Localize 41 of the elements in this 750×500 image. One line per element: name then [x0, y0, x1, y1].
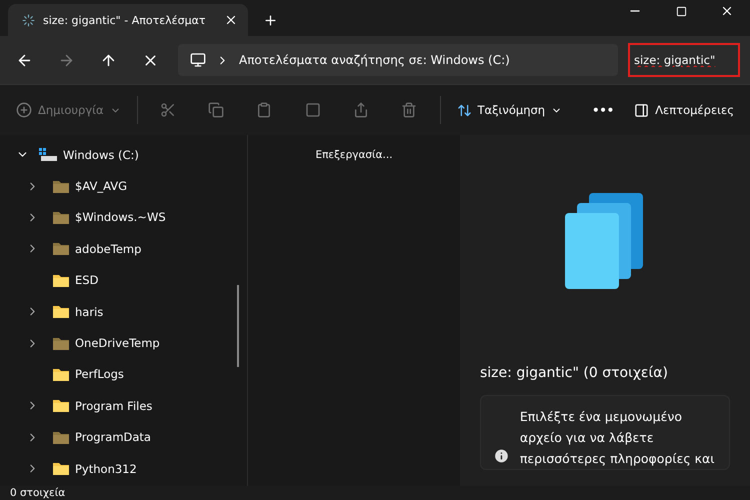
folder-label[interactable]: Program Files: [75, 398, 152, 413]
folder-label[interactable]: OneDriveTemp: [75, 336, 160, 350]
details-button[interactable]: Λεπτομέρειες: [630, 98, 738, 122]
drive-icon: [39, 148, 57, 162]
sort-button[interactable]: Ταξινόμηση: [452, 98, 566, 122]
folder-icon: [53, 274, 69, 287]
address-text: Αποτελέσματα αναζήτησης σε: Windows (C:): [239, 53, 510, 67]
folder-icon: [53, 368, 69, 381]
more-button[interactable]: •••: [588, 99, 618, 121]
folder-label[interactable]: ProgramData: [75, 430, 151, 444]
sort-arrows-icon: [456, 102, 472, 118]
folder-icon: [53, 180, 69, 193]
tab-title: size: gigantic" - Αποτελέσματ: [43, 14, 206, 26]
info-icon: [493, 447, 510, 465]
folder-icon: [53, 430, 69, 444]
folder-label[interactable]: $AV_AVG: [75, 179, 127, 194]
folder-label[interactable]: ESD: [75, 273, 98, 288]
item-count: 0 στοιχεία: [10, 487, 66, 499]
folder-label[interactable]: haris: [75, 304, 104, 319]
folder-icon: [53, 336, 69, 350]
monitor-icon: [190, 52, 206, 68]
folder-icon: [53, 399, 69, 412]
plus-circle-icon: [16, 102, 32, 118]
browser-tab[interactable]: size: gigantic" - Αποτελέσματ: [8, 4, 248, 36]
folder-label[interactable]: adobeTemp: [75, 242, 142, 256]
tree-label[interactable]: Windows (C:): [63, 148, 139, 162]
panel-icon: [634, 102, 650, 118]
folder-icon: [53, 210, 69, 224]
folder-icon: [53, 242, 69, 256]
details-title: size: gigantic" (0 στοιχεία): [480, 365, 669, 381]
folder-icon: [53, 462, 69, 476]
new-button[interactable]: Δημιουργία: [12, 98, 125, 122]
folder-label[interactable]: PerfLogs: [75, 367, 124, 382]
folder-label[interactable]: $Windows.~WS: [75, 210, 166, 224]
info-text: Επιλέξτε ένα μεμονωμένο αρχείο για να λάβετε περισσότερες πληροφορίες και: [520, 408, 716, 468]
progress-text: Επεξεργασία...: [315, 149, 393, 163]
folder-icon: [53, 305, 69, 318]
search-field[interactable]: size: gigantic": [628, 43, 740, 77]
folder-label[interactable]: Python312: [75, 462, 137, 476]
address-bar[interactable]: Αποτελέσματα αναζήτησης σε: Windows (C:): [178, 44, 618, 76]
documents-icon: [565, 193, 645, 291]
